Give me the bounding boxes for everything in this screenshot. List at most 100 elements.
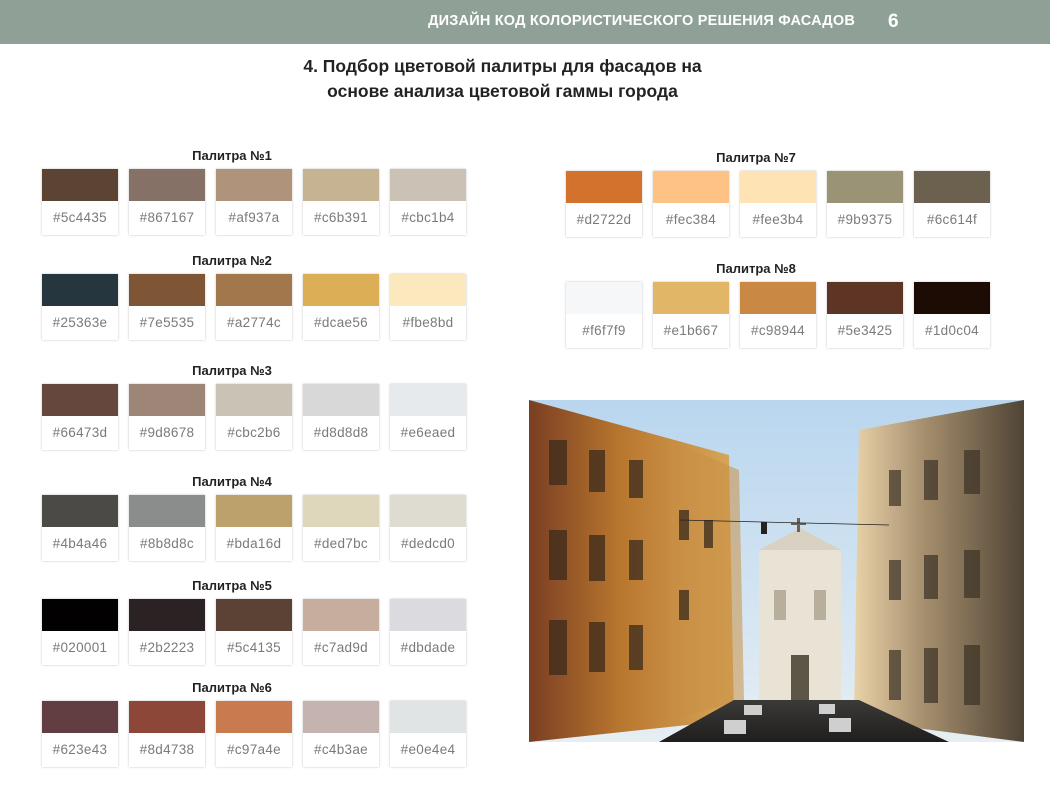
swatch-hex-code: #e1b667 <box>663 323 719 338</box>
swatch-hex-code: #af937a <box>228 210 280 225</box>
swatch-color-chip <box>740 282 816 314</box>
section-title-line-1: 4. Подбор цветовой палитры для фасадов н… <box>303 56 702 76</box>
swatch-hex-code: #867167 <box>139 210 195 225</box>
palette-title: Палитра №8 <box>716 261 796 276</box>
swatch-color-chip <box>740 171 816 203</box>
swatch-color-chip <box>827 171 903 203</box>
swatch-color-chip <box>566 171 642 203</box>
swatch-hex-code: #5e3425 <box>837 323 893 338</box>
swatch-color-chip <box>129 495 205 527</box>
swatch-hex-code: #8d4738 <box>139 742 195 757</box>
swatch-color-chip <box>653 171 729 203</box>
swatch-color-chip <box>42 495 118 527</box>
palette-title: Палитра №7 <box>716 150 796 165</box>
color-swatch: #cbc2b6 <box>216 384 292 450</box>
page-number: 6 <box>888 11 899 32</box>
street-photo <box>529 400 1024 742</box>
page-header: ДИЗАЙН КОД КОЛОРИСТИЧЕСКОГО РЕШЕНИЯ ФАСА… <box>0 0 1050 44</box>
color-swatch: #dbdade <box>390 599 466 665</box>
swatch-color-chip <box>390 599 466 631</box>
color-swatch: #6c614f <box>914 171 990 237</box>
color-swatch: #ded7bc <box>303 495 379 561</box>
swatch-color-chip <box>129 599 205 631</box>
swatch-hex-code: #7e5535 <box>139 315 195 330</box>
swatch-color-chip <box>129 274 205 306</box>
swatch-hex-code: #e6eaed <box>400 425 456 440</box>
palette-title: Палитра №5 <box>192 578 272 593</box>
swatch-hex-code: #fee3b4 <box>752 212 804 227</box>
color-swatch: #f6f7f9 <box>566 282 642 348</box>
color-swatch: #dcae56 <box>303 274 379 340</box>
swatch-hex-code: #9d8678 <box>139 425 195 440</box>
color-swatch: #020001 <box>42 599 118 665</box>
swatch-hex-code: #c98944 <box>751 323 805 338</box>
color-swatch: #fbe8bd <box>390 274 466 340</box>
palette-title: Палитра №2 <box>192 253 272 268</box>
swatch-color-chip <box>303 701 379 733</box>
swatch-color-chip <box>390 169 466 201</box>
swatch-hex-code: #bda16d <box>226 536 282 551</box>
swatch-hex-code: #c7ad9d <box>314 640 368 655</box>
swatch-color-chip <box>303 599 379 631</box>
swatch-hex-code: #f6f7f9 <box>582 323 626 338</box>
color-swatch: #e1b667 <box>653 282 729 348</box>
color-swatch: #9d8678 <box>129 384 205 450</box>
swatch-color-chip <box>42 599 118 631</box>
swatch-hex-code: #dedcd0 <box>401 536 455 551</box>
swatch-hex-code: #1d0c04 <box>925 323 979 338</box>
swatch-color-chip <box>390 495 466 527</box>
swatch-hex-code: #d2722d <box>576 212 632 227</box>
swatch-hex-code: #d8d8d8 <box>313 425 369 440</box>
color-swatch: #fee3b4 <box>740 171 816 237</box>
color-swatch: #7e5535 <box>129 274 205 340</box>
swatch-color-chip <box>129 701 205 733</box>
swatch-color-chip <box>216 274 292 306</box>
color-swatch: #867167 <box>129 169 205 235</box>
swatch-color-chip <box>42 169 118 201</box>
swatch-color-chip <box>827 282 903 314</box>
color-swatch: #623e43 <box>42 701 118 767</box>
section-title: 4. Подбор цветовой палитры для фасадов н… <box>0 54 1005 104</box>
swatch-color-chip <box>216 384 292 416</box>
color-swatch: #dedcd0 <box>390 495 466 561</box>
swatch-hex-code: #c6b391 <box>314 210 368 225</box>
swatch-hex-code: #a2774c <box>227 315 281 330</box>
swatch-color-chip <box>42 274 118 306</box>
swatch-color-chip <box>653 282 729 314</box>
swatch-hex-code: #e0e4e4 <box>400 742 456 757</box>
swatch-hex-code: #5c4435 <box>53 210 107 225</box>
section-title-line-2: основе анализа цветовой гаммы города <box>327 81 678 101</box>
swatch-color-chip <box>303 384 379 416</box>
palette-title: Палитра №4 <box>192 474 272 489</box>
color-swatch: #8b8d8c <box>129 495 205 561</box>
swatch-hex-code: #6c614f <box>926 212 978 227</box>
color-swatch: #c4b3ae <box>303 701 379 767</box>
color-swatch: #66473d <box>42 384 118 450</box>
color-swatch: #c97a4e <box>216 701 292 767</box>
swatch-color-chip <box>566 282 642 314</box>
color-swatch: #4b4a46 <box>42 495 118 561</box>
palette-title: Палитра №6 <box>192 680 272 695</box>
color-swatch: #9b9375 <box>827 171 903 237</box>
palette-title: Палитра №1 <box>192 148 272 163</box>
swatch-hex-code: #cbc2b6 <box>227 425 281 440</box>
swatch-hex-code: #25363e <box>52 315 108 330</box>
swatch-hex-code: #5c4135 <box>227 640 281 655</box>
color-swatch: #c7ad9d <box>303 599 379 665</box>
color-swatch: #c6b391 <box>303 169 379 235</box>
swatch-color-chip <box>216 169 292 201</box>
color-swatch: #2b2223 <box>129 599 205 665</box>
swatch-color-chip <box>914 171 990 203</box>
swatch-color-chip <box>129 169 205 201</box>
color-swatch: #cbc1b4 <box>390 169 466 235</box>
swatch-color-chip <box>303 274 379 306</box>
color-swatch: #d8d8d8 <box>303 384 379 450</box>
color-swatch: #8d4738 <box>129 701 205 767</box>
swatch-color-chip <box>216 495 292 527</box>
swatch-hex-code: #fec384 <box>665 212 717 227</box>
color-swatch: #c98944 <box>740 282 816 348</box>
swatch-color-chip <box>390 384 466 416</box>
swatch-color-chip <box>303 169 379 201</box>
color-swatch: #a2774c <box>216 274 292 340</box>
swatch-color-chip <box>216 701 292 733</box>
